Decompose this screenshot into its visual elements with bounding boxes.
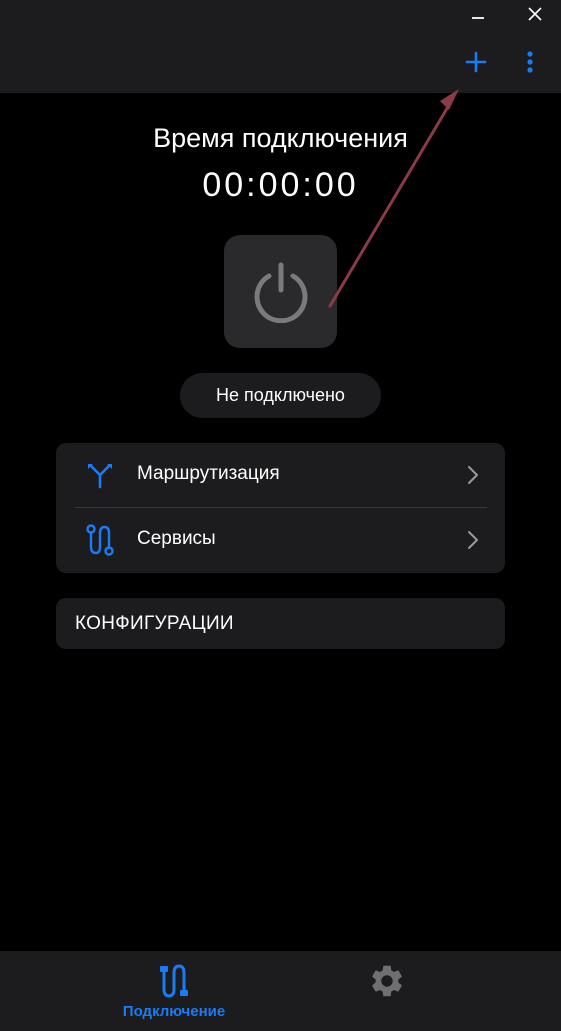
menu-item-services[interactable]: Сервисы bbox=[56, 508, 505, 572]
more-menu-button[interactable] bbox=[514, 44, 546, 80]
power-icon bbox=[254, 262, 307, 323]
top-bar bbox=[0, 0, 561, 93]
chevron-right-icon bbox=[468, 531, 478, 549]
minimize-button[interactable] bbox=[458, 0, 498, 28]
configurations-section[interactable]: КОНФИГУРАЦИИ bbox=[56, 598, 505, 649]
gear-icon bbox=[372, 965, 402, 997]
chevron-right-icon bbox=[468, 466, 478, 484]
connection-icon bbox=[160, 964, 188, 998]
app-window: Время подключения 00:00:00 Не подключено… bbox=[0, 0, 561, 1031]
connection-time-title: Время подключения bbox=[153, 123, 408, 153]
configurations-label: КОНФИГУРАЦИИ bbox=[75, 613, 234, 634]
settings-menu-card: Маршрутизация Сервисы bbox=[56, 443, 505, 573]
tab-connection[interactable]: Подключение bbox=[74, 951, 274, 1031]
more-vertical-icon bbox=[527, 51, 533, 73]
bottom-navigation: Подключение bbox=[0, 951, 561, 1031]
add-config-button[interactable] bbox=[458, 44, 494, 80]
plus-icon bbox=[465, 51, 487, 73]
menu-item-services-label: Сервисы bbox=[137, 528, 216, 549]
menu-item-routing-label: Маршрутизация bbox=[137, 463, 280, 484]
services-path-icon bbox=[84, 524, 116, 556]
tab-settings[interactable] bbox=[287, 951, 487, 1031]
close-icon bbox=[528, 7, 542, 21]
power-button[interactable] bbox=[224, 235, 337, 348]
tab-connection-label: Подключение bbox=[122, 1003, 226, 1020]
minimize-icon bbox=[472, 17, 484, 19]
close-button[interactable] bbox=[515, 0, 555, 28]
menu-item-routing[interactable]: Маршрутизация bbox=[56, 443, 505, 507]
connection-timer: 00:00:00 bbox=[202, 166, 359, 204]
routing-split-icon bbox=[84, 459, 116, 491]
connection-status-badge: Не подключено bbox=[180, 373, 381, 418]
